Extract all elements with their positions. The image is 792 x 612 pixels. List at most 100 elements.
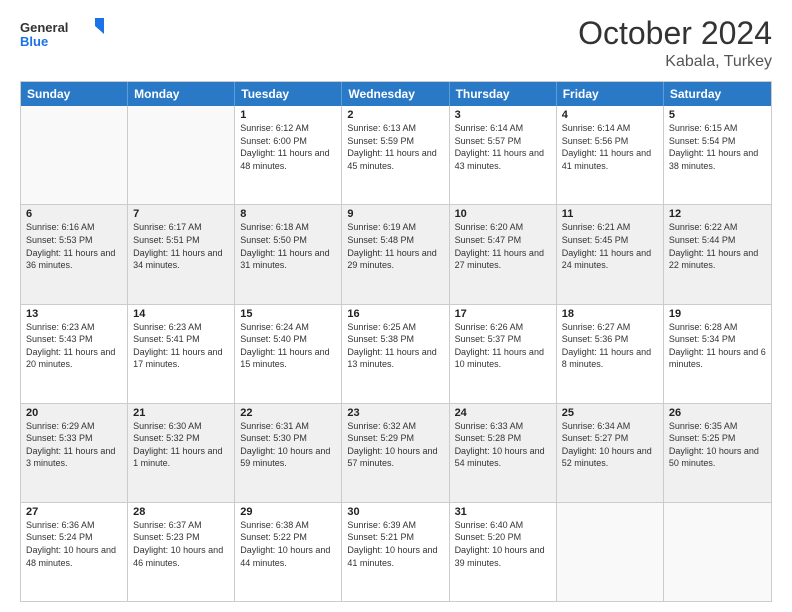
cell-info: Sunrise: 6:31 AMSunset: 5:30 PMDaylight:… — [240, 421, 330, 469]
day-number: 21 — [133, 407, 229, 419]
cell-info: Sunrise: 6:17 AMSunset: 5:51 PMDaylight:… — [133, 222, 222, 270]
cal-cell-3-4: 24 Sunrise: 6:33 AMSunset: 5:28 PMDaylig… — [450, 404, 557, 502]
day-number: 5 — [669, 109, 766, 121]
calendar-header: Sunday Monday Tuesday Wednesday Thursday… — [21, 82, 771, 106]
day-number: 25 — [562, 407, 658, 419]
day-number: 27 — [26, 506, 122, 518]
cal-cell-0-1 — [128, 106, 235, 204]
cell-info: Sunrise: 6:30 AMSunset: 5:32 PMDaylight:… — [133, 421, 222, 469]
cal-cell-3-6: 26 Sunrise: 6:35 AMSunset: 5:25 PMDaylig… — [664, 404, 771, 502]
day-number: 11 — [562, 208, 658, 220]
cell-info: Sunrise: 6:40 AMSunset: 5:20 PMDaylight:… — [455, 520, 545, 568]
day-number: 2 — [347, 109, 443, 121]
day-number: 30 — [347, 506, 443, 518]
day-number: 28 — [133, 506, 229, 518]
cell-info: Sunrise: 6:19 AMSunset: 5:48 PMDaylight:… — [347, 222, 436, 270]
day-number: 22 — [240, 407, 336, 419]
cell-info: Sunrise: 6:15 AMSunset: 5:54 PMDaylight:… — [669, 123, 758, 171]
cal-cell-0-4: 3 Sunrise: 6:14 AMSunset: 5:57 PMDayligh… — [450, 106, 557, 204]
header-saturday: Saturday — [664, 82, 771, 106]
cell-info: Sunrise: 6:22 AMSunset: 5:44 PMDaylight:… — [669, 222, 758, 270]
cal-cell-2-2: 15 Sunrise: 6:24 AMSunset: 5:40 PMDaylig… — [235, 305, 342, 403]
day-number: 29 — [240, 506, 336, 518]
cal-cell-1-3: 9 Sunrise: 6:19 AMSunset: 5:48 PMDayligh… — [342, 205, 449, 303]
cal-cell-2-5: 18 Sunrise: 6:27 AMSunset: 5:36 PMDaylig… — [557, 305, 664, 403]
cal-cell-4-0: 27 Sunrise: 6:36 AMSunset: 5:24 PMDaylig… — [21, 503, 128, 601]
page: General Blue October 2024 Kabala, Turkey… — [0, 0, 792, 612]
cell-info: Sunrise: 6:16 AMSunset: 5:53 PMDaylight:… — [26, 222, 115, 270]
header-friday: Friday — [557, 82, 664, 106]
cell-info: Sunrise: 6:32 AMSunset: 5:29 PMDaylight:… — [347, 421, 437, 469]
cell-info: Sunrise: 6:28 AMSunset: 5:34 PMDaylight:… — [669, 322, 766, 370]
cell-info: Sunrise: 6:34 AMSunset: 5:27 PMDaylight:… — [562, 421, 652, 469]
day-number: 19 — [669, 308, 766, 320]
day-number: 26 — [669, 407, 766, 419]
cal-cell-2-0: 13 Sunrise: 6:23 AMSunset: 5:43 PMDaylig… — [21, 305, 128, 403]
cell-info: Sunrise: 6:13 AMSunset: 5:59 PMDaylight:… — [347, 123, 436, 171]
cell-info: Sunrise: 6:14 AMSunset: 5:56 PMDaylight:… — [562, 123, 651, 171]
svg-text:Blue: Blue — [20, 34, 48, 49]
cal-cell-1-2: 8 Sunrise: 6:18 AMSunset: 5:50 PMDayligh… — [235, 205, 342, 303]
svg-text:General: General — [20, 20, 68, 35]
day-number: 15 — [240, 308, 336, 320]
cal-cell-4-4: 31 Sunrise: 6:40 AMSunset: 5:20 PMDaylig… — [450, 503, 557, 601]
day-number: 20 — [26, 407, 122, 419]
cal-cell-3-2: 22 Sunrise: 6:31 AMSunset: 5:30 PMDaylig… — [235, 404, 342, 502]
cell-info: Sunrise: 6:27 AMSunset: 5:36 PMDaylight:… — [562, 322, 651, 370]
cell-info: Sunrise: 6:25 AMSunset: 5:38 PMDaylight:… — [347, 322, 436, 370]
cal-cell-0-5: 4 Sunrise: 6:14 AMSunset: 5:56 PMDayligh… — [557, 106, 664, 204]
cal-cell-1-4: 10 Sunrise: 6:20 AMSunset: 5:47 PMDaylig… — [450, 205, 557, 303]
cal-cell-3-1: 21 Sunrise: 6:30 AMSunset: 5:32 PMDaylig… — [128, 404, 235, 502]
day-number: 1 — [240, 109, 336, 121]
location-title: Kabala, Turkey — [578, 53, 772, 71]
cal-cell-0-0 — [21, 106, 128, 204]
cell-info: Sunrise: 6:23 AMSunset: 5:43 PMDaylight:… — [26, 322, 115, 370]
day-number: 3 — [455, 109, 551, 121]
day-number: 16 — [347, 308, 443, 320]
cal-cell-4-2: 29 Sunrise: 6:38 AMSunset: 5:22 PMDaylig… — [235, 503, 342, 601]
calendar: Sunday Monday Tuesday Wednesday Thursday… — [20, 81, 772, 602]
header-wednesday: Wednesday — [342, 82, 449, 106]
cell-info: Sunrise: 6:38 AMSunset: 5:22 PMDaylight:… — [240, 520, 330, 568]
day-number: 6 — [26, 208, 122, 220]
cal-cell-1-5: 11 Sunrise: 6:21 AMSunset: 5:45 PMDaylig… — [557, 205, 664, 303]
day-number: 18 — [562, 308, 658, 320]
cal-cell-4-3: 30 Sunrise: 6:39 AMSunset: 5:21 PMDaylig… — [342, 503, 449, 601]
cal-cell-0-2: 1 Sunrise: 6:12 AMSunset: 6:00 PMDayligh… — [235, 106, 342, 204]
header-tuesday: Tuesday — [235, 82, 342, 106]
cal-cell-1-0: 6 Sunrise: 6:16 AMSunset: 5:53 PMDayligh… — [21, 205, 128, 303]
cal-row-4: 27 Sunrise: 6:36 AMSunset: 5:24 PMDaylig… — [21, 502, 771, 601]
cell-info: Sunrise: 6:23 AMSunset: 5:41 PMDaylight:… — [133, 322, 222, 370]
cell-info: Sunrise: 6:36 AMSunset: 5:24 PMDaylight:… — [26, 520, 116, 568]
day-number: 8 — [240, 208, 336, 220]
header-sunday: Sunday — [21, 82, 128, 106]
cell-info: Sunrise: 6:18 AMSunset: 5:50 PMDaylight:… — [240, 222, 329, 270]
day-number: 4 — [562, 109, 658, 121]
header-right: October 2024 Kabala, Turkey — [578, 16, 772, 71]
day-number: 13 — [26, 308, 122, 320]
logo: General Blue — [20, 16, 110, 56]
day-number: 24 — [455, 407, 551, 419]
logo-graphic: General Blue — [20, 16, 110, 56]
cell-info: Sunrise: 6:26 AMSunset: 5:37 PMDaylight:… — [455, 322, 544, 370]
cal-cell-0-6: 5 Sunrise: 6:15 AMSunset: 5:54 PMDayligh… — [664, 106, 771, 204]
cell-info: Sunrise: 6:14 AMSunset: 5:57 PMDaylight:… — [455, 123, 544, 171]
day-number: 10 — [455, 208, 551, 220]
cal-cell-3-0: 20 Sunrise: 6:29 AMSunset: 5:33 PMDaylig… — [21, 404, 128, 502]
cal-cell-2-3: 16 Sunrise: 6:25 AMSunset: 5:38 PMDaylig… — [342, 305, 449, 403]
header-thursday: Thursday — [450, 82, 557, 106]
cell-info: Sunrise: 6:29 AMSunset: 5:33 PMDaylight:… — [26, 421, 115, 469]
cal-cell-4-5 — [557, 503, 664, 601]
cell-info: Sunrise: 6:39 AMSunset: 5:21 PMDaylight:… — [347, 520, 437, 568]
cell-info: Sunrise: 6:37 AMSunset: 5:23 PMDaylight:… — [133, 520, 223, 568]
cell-info: Sunrise: 6:21 AMSunset: 5:45 PMDaylight:… — [562, 222, 651, 270]
day-number: 14 — [133, 308, 229, 320]
day-number: 7 — [133, 208, 229, 220]
day-number: 31 — [455, 506, 551, 518]
day-number: 9 — [347, 208, 443, 220]
cal-cell-4-6 — [664, 503, 771, 601]
day-number: 23 — [347, 407, 443, 419]
cal-cell-4-1: 28 Sunrise: 6:37 AMSunset: 5:23 PMDaylig… — [128, 503, 235, 601]
cell-info: Sunrise: 6:35 AMSunset: 5:25 PMDaylight:… — [669, 421, 759, 469]
cal-cell-3-5: 25 Sunrise: 6:34 AMSunset: 5:27 PMDaylig… — [557, 404, 664, 502]
